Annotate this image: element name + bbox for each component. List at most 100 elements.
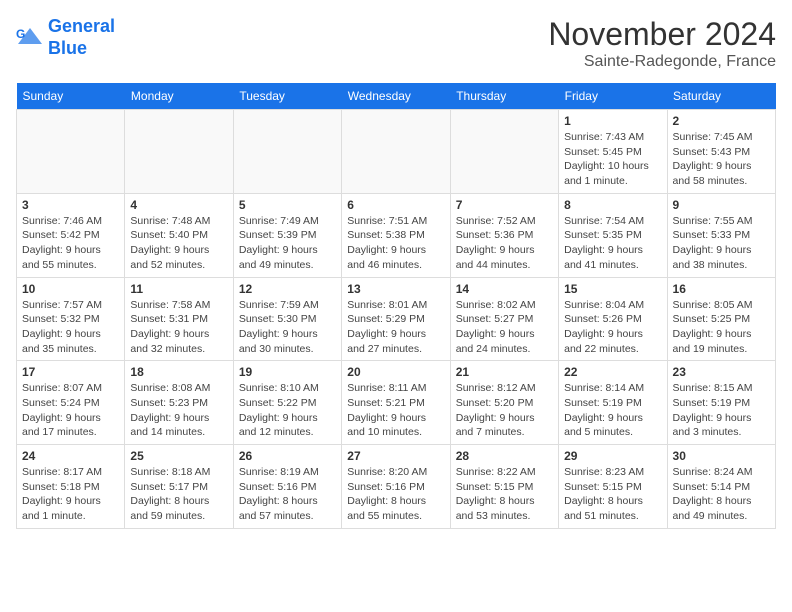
logo-icon: G xyxy=(16,24,44,52)
calendar-cell xyxy=(125,110,233,194)
day-info: Sunrise: 7:45 AM Sunset: 5:43 PM Dayligh… xyxy=(673,130,770,189)
day-number: 8 xyxy=(564,198,661,212)
day-number: 22 xyxy=(564,365,661,379)
day-info: Sunrise: 8:14 AM Sunset: 5:19 PM Dayligh… xyxy=(564,381,661,440)
calendar-cell: 29 Sunrise: 8:23 AM Sunset: 5:15 PM Dayli… xyxy=(559,445,667,529)
calendar-cell: 20Sunrise: 8:11 AM Sunset: 5:21 PM Dayli… xyxy=(342,361,450,445)
calendar-cell: 15Sunrise: 8:04 AM Sunset: 5:26 PM Dayli… xyxy=(559,277,667,361)
calendar-cell: 17Sunrise: 8:07 AM Sunset: 5:24 PM Dayli… xyxy=(17,361,125,445)
day-number: 18 xyxy=(130,365,227,379)
weekday-header-sunday: Sunday xyxy=(17,83,125,110)
day-number: 12 xyxy=(239,282,336,296)
day-info: Sunrise: 7:43 AM Sunset: 5:45 PM Dayligh… xyxy=(564,130,661,189)
day-number: 1 xyxy=(564,114,661,128)
day-info: Sunrise: 8:05 AM Sunset: 5:25 PM Dayligh… xyxy=(673,298,770,357)
day-number: 7 xyxy=(456,198,553,212)
day-number: 19 xyxy=(239,365,336,379)
day-number: 5 xyxy=(239,198,336,212)
day-number: 13 xyxy=(347,282,444,296)
day-number: 21 xyxy=(456,365,553,379)
day-info: Sunrise: 8:12 AM Sunset: 5:20 PM Dayligh… xyxy=(456,381,553,440)
day-info: Sunrise: 7:51 AM Sunset: 5:38 PM Dayligh… xyxy=(347,214,444,273)
day-number: 30 xyxy=(673,449,770,463)
day-number: 25 xyxy=(130,449,227,463)
location-subtitle: Sainte-Radegonde, France xyxy=(548,53,776,71)
calendar-cell: 3 Sunrise: 7:46 AM Sunset: 5:42 PM Daylig… xyxy=(17,193,125,277)
day-info: Sunrise: 8:22 AM Sunset: 5:15 PM Dayligh… xyxy=(456,465,553,524)
day-info: Sunrise: 8:17 AM Sunset: 5:18 PM Dayligh… xyxy=(22,465,119,524)
day-number: 14 xyxy=(456,282,553,296)
day-info: Sunrise: 7:57 AM Sunset: 5:32 PM Dayligh… xyxy=(22,298,119,357)
calendar-cell: 2Sunrise: 7:45 AM Sunset: 5:43 PM Daylig… xyxy=(667,110,775,194)
title-block: November 2024 Sainte-Radegonde, France xyxy=(548,16,776,71)
calendar-cell: 30 Sunrise: 8:24 AM Sunset: 5:14 PM Dayli… xyxy=(667,445,775,529)
calendar-cell: 4 Sunrise: 7:48 AM Sunset: 5:40 PM Daylig… xyxy=(125,193,233,277)
day-info: Sunrise: 7:59 AM Sunset: 5:30 PM Dayligh… xyxy=(239,298,336,357)
day-info: Sunrise: 8:20 AM Sunset: 5:16 PM Dayligh… xyxy=(347,465,444,524)
calendar-cell: 7 Sunrise: 7:52 AM Sunset: 5:36 PM Daylig… xyxy=(450,193,558,277)
day-number: 11 xyxy=(130,282,227,296)
day-number: 9 xyxy=(673,198,770,212)
calendar-cell: 11 Sunrise: 7:58 AM Sunset: 5:31 PM Dayli… xyxy=(125,277,233,361)
day-info: Sunrise: 7:58 AM Sunset: 5:31 PM Dayligh… xyxy=(130,298,227,357)
day-number: 24 xyxy=(22,449,119,463)
day-info: Sunrise: 7:52 AM Sunset: 5:36 PM Dayligh… xyxy=(456,214,553,273)
day-info: Sunrise: 8:01 AM Sunset: 5:29 PM Dayligh… xyxy=(347,298,444,357)
day-number: 4 xyxy=(130,198,227,212)
day-number: 26 xyxy=(239,449,336,463)
calendar-cell xyxy=(450,110,558,194)
week-row-4: 17Sunrise: 8:07 AM Sunset: 5:24 PM Dayli… xyxy=(17,361,776,445)
day-info: Sunrise: 8:04 AM Sunset: 5:26 PM Dayligh… xyxy=(564,298,661,357)
day-info: Sunrise: 7:54 AM Sunset: 5:35 PM Dayligh… xyxy=(564,214,661,273)
day-info: Sunrise: 8:24 AM Sunset: 5:14 PM Dayligh… xyxy=(673,465,770,524)
day-info: Sunrise: 8:07 AM Sunset: 5:24 PM Dayligh… xyxy=(22,381,119,440)
calendar-cell: 16Sunrise: 8:05 AM Sunset: 5:25 PM Dayli… xyxy=(667,277,775,361)
day-number: 3 xyxy=(22,198,119,212)
day-number: 28 xyxy=(456,449,553,463)
day-info: Sunrise: 8:23 AM Sunset: 5:15 PM Dayligh… xyxy=(564,465,661,524)
calendar-cell: 21 Sunrise: 8:12 AM Sunset: 5:20 PM Dayli… xyxy=(450,361,558,445)
calendar-cell: 18 Sunrise: 8:08 AM Sunset: 5:23 PM Dayli… xyxy=(125,361,233,445)
day-info: Sunrise: 8:15 AM Sunset: 5:19 PM Dayligh… xyxy=(673,381,770,440)
calendar-cell: 14 Sunrise: 8:02 AM Sunset: 5:27 PM Dayli… xyxy=(450,277,558,361)
logo: G General Blue xyxy=(16,16,115,59)
calendar-cell: 12 Sunrise: 7:59 AM Sunset: 5:30 PM Dayli… xyxy=(233,277,341,361)
day-number: 10 xyxy=(22,282,119,296)
day-info: Sunrise: 7:48 AM Sunset: 5:40 PM Dayligh… xyxy=(130,214,227,273)
weekday-header-tuesday: Tuesday xyxy=(233,83,341,110)
calendar-cell: 5 Sunrise: 7:49 AM Sunset: 5:39 PM Daylig… xyxy=(233,193,341,277)
calendar-cell: 25Sunrise: 8:18 AM Sunset: 5:17 PM Dayli… xyxy=(125,445,233,529)
weekday-header-wednesday: Wednesday xyxy=(342,83,450,110)
day-number: 29 xyxy=(564,449,661,463)
calendar-cell: 23 Sunrise: 8:15 AM Sunset: 5:19 PM Dayli… xyxy=(667,361,775,445)
calendar-table: SundayMondayTuesdayWednesdayThursdayFrid… xyxy=(16,83,776,529)
weekday-header-thursday: Thursday xyxy=(450,83,558,110)
day-info: Sunrise: 8:08 AM Sunset: 5:23 PM Dayligh… xyxy=(130,381,227,440)
calendar-cell: 9 Sunrise: 7:55 AM Sunset: 5:33 PM Daylig… xyxy=(667,193,775,277)
calendar-cell: 10 Sunrise: 7:57 AM Sunset: 5:32 PM Dayli… xyxy=(17,277,125,361)
day-info: Sunrise: 7:49 AM Sunset: 5:39 PM Dayligh… xyxy=(239,214,336,273)
calendar-cell: 13 Sunrise: 8:01 AM Sunset: 5:29 PM Dayli… xyxy=(342,277,450,361)
week-row-1: 1 Sunrise: 7:43 AM Sunset: 5:45 PM Daylig… xyxy=(17,110,776,194)
day-info: Sunrise: 8:02 AM Sunset: 5:27 PM Dayligh… xyxy=(456,298,553,357)
calendar-cell: 28 Sunrise: 8:22 AM Sunset: 5:15 PM Dayli… xyxy=(450,445,558,529)
logo-text: General Blue xyxy=(48,16,115,59)
calendar-cell: 8 Sunrise: 7:54 AM Sunset: 5:35 PM Daylig… xyxy=(559,193,667,277)
calendar-cell: 6Sunrise: 7:51 AM Sunset: 5:38 PM Daylig… xyxy=(342,193,450,277)
calendar-cell: 26Sunrise: 8:19 AM Sunset: 5:16 PM Dayli… xyxy=(233,445,341,529)
day-info: Sunrise: 7:46 AM Sunset: 5:42 PM Dayligh… xyxy=(22,214,119,273)
calendar-cell: 19Sunrise: 8:10 AM Sunset: 5:22 PM Dayli… xyxy=(233,361,341,445)
day-number: 27 xyxy=(347,449,444,463)
calendar-cell: 22 Sunrise: 8:14 AM Sunset: 5:19 PM Dayli… xyxy=(559,361,667,445)
week-row-2: 3 Sunrise: 7:46 AM Sunset: 5:42 PM Daylig… xyxy=(17,193,776,277)
month-title: November 2024 xyxy=(548,16,776,53)
weekday-header-friday: Friday xyxy=(559,83,667,110)
day-info: Sunrise: 7:55 AM Sunset: 5:33 PM Dayligh… xyxy=(673,214,770,273)
logo-line2: Blue xyxy=(48,38,87,58)
calendar-cell xyxy=(233,110,341,194)
day-number: 23 xyxy=(673,365,770,379)
day-info: Sunrise: 8:11 AM Sunset: 5:21 PM Dayligh… xyxy=(347,381,444,440)
calendar-cell: 27 Sunrise: 8:20 AM Sunset: 5:16 PM Dayli… xyxy=(342,445,450,529)
calendar-cell: 24 Sunrise: 8:17 AM Sunset: 5:18 PM Dayli… xyxy=(17,445,125,529)
weekday-header-saturday: Saturday xyxy=(667,83,775,110)
